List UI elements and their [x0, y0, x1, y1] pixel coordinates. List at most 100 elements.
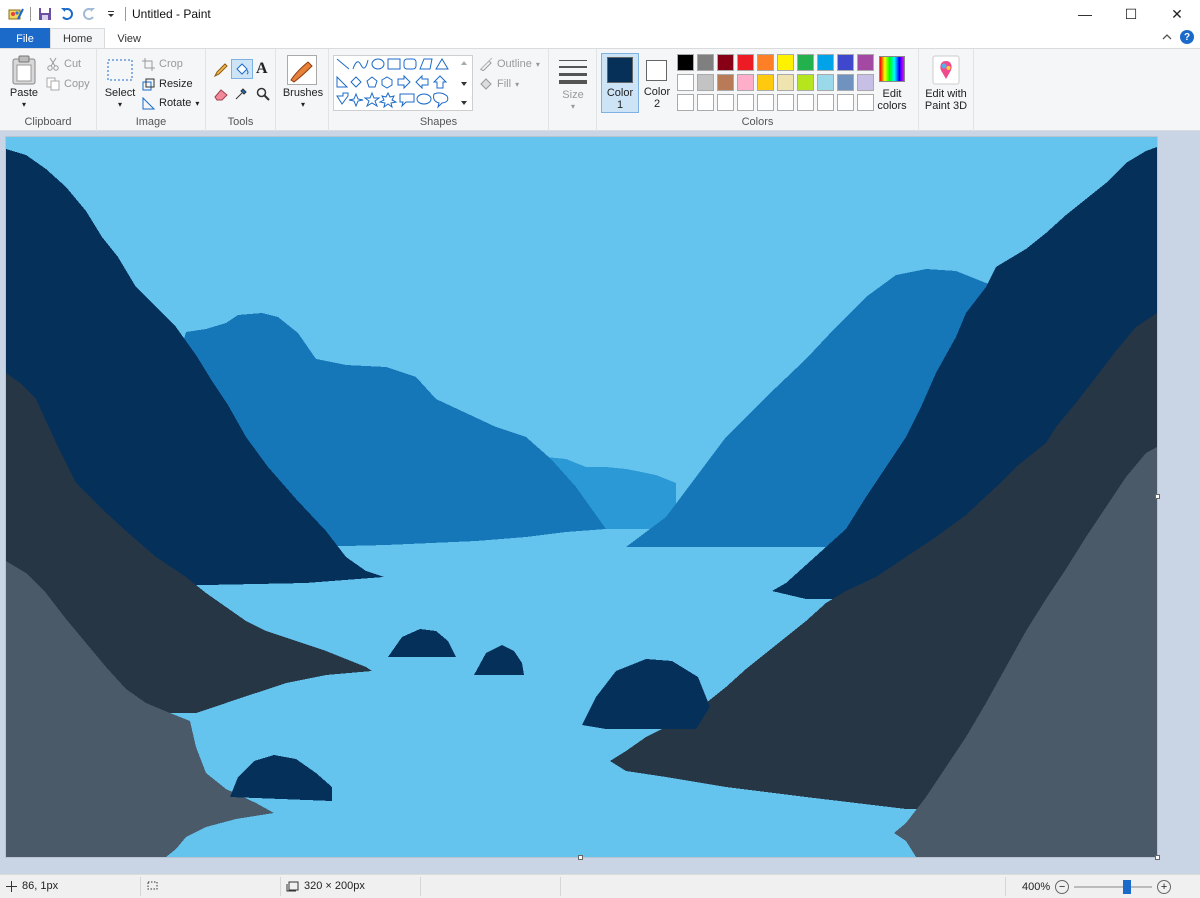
zoom-out-button[interactable]: − — [1055, 880, 1070, 894]
brushes-button[interactable]: Brushes ▾ — [281, 53, 325, 111]
outline-dropdown-icon: ▾ — [535, 59, 540, 69]
status-divider-5 — [1005, 877, 1006, 896]
palette-swatch[interactable] — [817, 94, 834, 111]
color1-button[interactable]: Color 1 — [601, 53, 639, 113]
shapes-gallery-icon — [336, 58, 467, 109]
fill-button[interactable]: Fill ▾ — [479, 75, 519, 93]
color2-label: Color — [643, 86, 671, 98]
paste-button[interactable]: Paste ▾ — [6, 53, 42, 111]
brushes-group: Brushes ▾ — [276, 49, 329, 131]
palette-swatch[interactable] — [817, 74, 834, 91]
palette-swatch[interactable] — [677, 94, 694, 111]
minimize-button[interactable]: — — [1062, 0, 1108, 28]
brushes-dropdown-icon: ▾ — [300, 100, 305, 109]
palette-swatch[interactable] — [837, 54, 854, 71]
palette-swatch[interactable] — [777, 74, 794, 91]
drawing-canvas[interactable] — [6, 137, 1157, 857]
edit-with-paint3d-button[interactable]: Edit with Paint 3D — [921, 53, 971, 113]
palette-swatch[interactable] — [757, 94, 774, 111]
palette-swatch[interactable] — [797, 94, 814, 111]
zoom-in-button[interactable]: + — [1157, 880, 1172, 894]
outline-icon — [479, 57, 493, 71]
cursor-position-text: 86, 1px — [22, 880, 59, 892]
palette-swatch[interactable] — [717, 54, 734, 71]
zoom-control: 400% − + — [1022, 880, 1172, 894]
palette-swatch[interactable] — [817, 54, 834, 71]
color2-button[interactable]: Color 2 — [639, 53, 675, 113]
resize-button[interactable]: Resize — [142, 75, 193, 93]
window-controls: — ☐ ✕ — [1062, 0, 1200, 28]
palette-swatch[interactable] — [717, 74, 734, 91]
resize-handle-right[interactable] — [1155, 494, 1160, 499]
palette-swatch[interactable] — [857, 74, 874, 91]
tab-view[interactable]: View — [105, 28, 153, 49]
resize-handle-corner[interactable] — [1155, 855, 1160, 860]
pencil-icon[interactable] — [213, 62, 229, 81]
status-divider-4 — [560, 877, 561, 896]
magnifier-icon[interactable] — [256, 87, 270, 104]
eraser-icon[interactable] — [213, 87, 229, 104]
rotate-button[interactable]: Rotate ▾ — [142, 94, 199, 112]
clipboard-group: Paste ▾ Cut Copy Clipboard — [0, 49, 97, 131]
edit-colors-button[interactable]: Edit colors — [874, 53, 910, 113]
crop-button[interactable]: Crop — [142, 55, 183, 73]
redo-icon[interactable] — [81, 6, 97, 22]
rainbow-icon — [879, 56, 905, 82]
save-icon[interactable] — [37, 6, 53, 22]
palette-swatch[interactable] — [717, 94, 734, 111]
close-button[interactable]: ✕ — [1154, 0, 1200, 28]
fill-bucket-icon[interactable] — [231, 59, 253, 79]
fill-dropdown-icon: ▾ — [515, 79, 520, 89]
palette-swatch[interactable] — [697, 54, 714, 71]
zoom-slider[interactable] — [1074, 880, 1153, 894]
color1-number: 1 — [616, 99, 624, 111]
palette-swatch[interactable] — [857, 94, 874, 111]
size-button[interactable]: Size ▾ — [553, 53, 593, 115]
palette-swatch[interactable] — [797, 54, 814, 71]
paste-icon — [12, 55, 36, 85]
undo-icon[interactable] — [59, 6, 75, 22]
quick-access-toolbar — [0, 0, 126, 28]
maximize-button[interactable]: ☐ — [1108, 0, 1154, 28]
palette-swatch[interactable] — [797, 74, 814, 91]
palette-swatch[interactable] — [677, 74, 694, 91]
zoom-slider-thumb[interactable] — [1123, 880, 1132, 894]
color-palette — [677, 54, 877, 114]
ribbon: Paste ▾ Cut Copy Clipboard Select ▾ Crop… — [0, 48, 1200, 131]
copy-button[interactable]: Copy — [46, 75, 90, 93]
palette-swatch[interactable] — [677, 54, 694, 71]
window-title: Untitled - Paint — [132, 7, 211, 21]
cursor-position: 86, 1px — [6, 880, 58, 892]
palette-swatch[interactable] — [777, 94, 794, 111]
resize-handle-bottom[interactable] — [578, 855, 583, 860]
palette-swatch[interactable] — [837, 94, 854, 111]
canvas-workspace — [0, 131, 1200, 874]
palette-swatch[interactable] — [697, 74, 714, 91]
select-button[interactable]: Select ▾ — [102, 53, 138, 111]
tools-group: A Tools — [206, 49, 276, 131]
cut-button[interactable]: Cut — [46, 55, 81, 73]
customize-qat-icon[interactable] — [103, 6, 119, 22]
palette-swatch[interactable] — [737, 54, 754, 71]
palette-swatch[interactable] — [857, 54, 874, 71]
copy-icon — [46, 77, 60, 91]
image-size: 320 × 200px — [286, 880, 365, 892]
shapes-gallery[interactable] — [333, 55, 473, 111]
palette-swatch[interactable] — [777, 54, 794, 71]
help-icon[interactable]: ? — [1180, 30, 1194, 44]
collapse-ribbon-icon[interactable] — [1162, 30, 1172, 44]
palette-swatch[interactable] — [737, 94, 754, 111]
palette-swatch[interactable] — [737, 74, 754, 91]
palette-swatch[interactable] — [757, 74, 774, 91]
qat-separator — [30, 7, 31, 21]
ribbon-tabs: File Home View ? — [0, 28, 1200, 49]
palette-swatch[interactable] — [757, 54, 774, 71]
paint-app-icon[interactable] — [8, 6, 24, 22]
color-picker-icon[interactable] — [234, 87, 248, 104]
outline-button[interactable]: Outline ▾ — [479, 55, 540, 73]
tab-home[interactable]: Home — [50, 28, 106, 49]
text-tool-icon[interactable]: A — [256, 60, 268, 78]
palette-swatch[interactable] — [837, 74, 854, 91]
tab-file[interactable]: File — [0, 28, 50, 49]
palette-swatch[interactable] — [697, 94, 714, 111]
